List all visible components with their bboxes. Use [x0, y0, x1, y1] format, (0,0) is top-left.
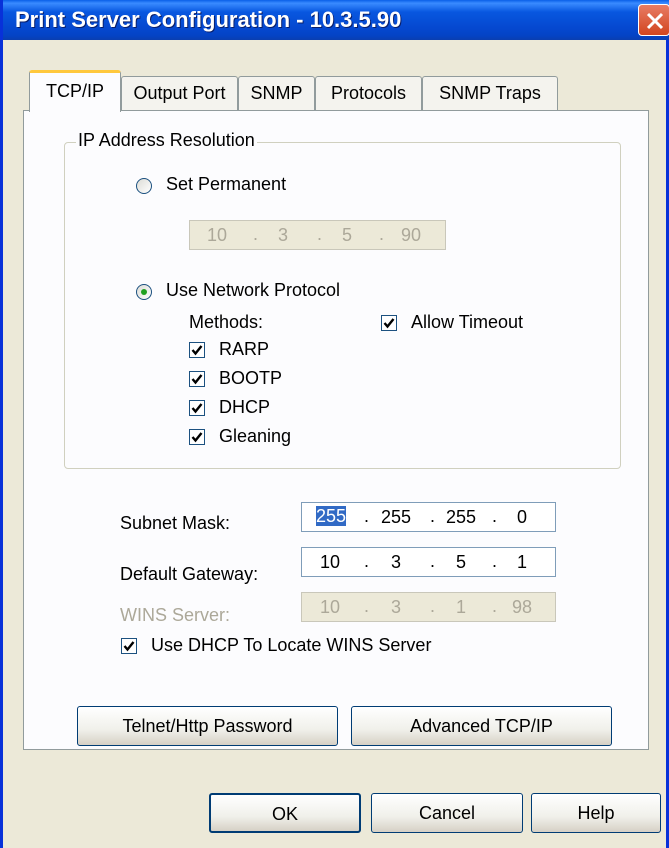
ok-button[interactable]: OK	[209, 793, 361, 833]
advanced-tcpip-button[interactable]: Advanced TCP/IP	[351, 706, 612, 746]
tab-snmp-traps-label: SNMP Traps	[439, 83, 541, 103]
subnet-mask-field[interactable]: 255 . 255 . 255 . 0	[301, 502, 556, 532]
dhcp-checkbox[interactable]	[189, 400, 205, 416]
ip-dot: .	[430, 551, 436, 571]
permanent-ip-field: 10 . 3 . 5 . 90	[189, 220, 446, 250]
set-permanent-label[interactable]: Set Permanent	[166, 174, 286, 195]
dialog-window: Print Server Configuration - 10.3.5.90 T…	[0, 0, 669, 848]
gleaning-label[interactable]: Gleaning	[219, 426, 291, 447]
use-dhcp-wins-label[interactable]: Use DHCP To Locate WINS Server	[151, 635, 431, 656]
ip-dot: .	[379, 224, 385, 244]
tab-output-port[interactable]: Output Port	[121, 76, 238, 110]
ip-dot: .	[364, 596, 370, 616]
ip-octet: 90	[400, 225, 422, 245]
checkmark-icon	[191, 432, 203, 443]
ip-octet: 3	[390, 597, 401, 617]
ip-octet: 10	[319, 597, 341, 617]
default-gateway-label: Default Gateway:	[120, 564, 259, 584]
use-dhcp-wins-checkbox[interactable]	[121, 638, 137, 654]
ip-octet[interactable]: 255	[374, 507, 418, 528]
ip-octet[interactable]: 5	[439, 552, 483, 573]
checkmark-icon	[383, 318, 395, 329]
ip-dot: .	[492, 551, 498, 571]
ip-dot: .	[253, 224, 259, 244]
ip-octet[interactable]: 255	[316, 506, 347, 527]
ip-octet: 1	[455, 597, 466, 617]
wins-server-label: WINS Server:	[120, 605, 231, 625]
tab-protocols-label: Protocols	[330, 83, 407, 103]
wins-server-field: 10 . 3 . 1 . 98	[301, 592, 556, 622]
bootp-label[interactable]: BOOTP	[219, 368, 282, 389]
checkmark-icon	[191, 374, 203, 385]
title-bar[interactable]: Print Server Configuration - 10.3.5.90	[3, 0, 669, 40]
ip-octet[interactable]: 3	[374, 552, 418, 573]
checkmark-icon	[191, 403, 203, 414]
ip-resolution-group-label: IP Address Resolution	[76, 130, 257, 151]
window-title: Print Server Configuration - 10.3.5.90	[15, 7, 402, 32]
tab-snmp[interactable]: SNMP	[238, 76, 315, 110]
tab-snmp-traps[interactable]: SNMP Traps	[422, 76, 558, 110]
ip-octet: 98	[511, 597, 533, 617]
methods-label: Methods:	[189, 312, 264, 332]
selected-octet: 255	[316, 506, 347, 526]
close-button[interactable]	[638, 4, 669, 36]
ip-octet: 5	[341, 225, 352, 245]
set-permanent-radio[interactable]	[136, 178, 152, 194]
gleaning-checkbox[interactable]	[189, 429, 205, 445]
rarp-label[interactable]: RARP	[219, 339, 269, 360]
help-button[interactable]: Help	[531, 793, 661, 833]
dhcp-label[interactable]: DHCP	[219, 397, 270, 418]
telnet-http-password-button[interactable]: Telnet/Http Password	[77, 706, 338, 746]
tab-tcpip-label: TCP/IP	[45, 81, 104, 101]
radio-selected-dot	[141, 289, 147, 295]
tab-snmp-label: SNMP	[250, 83, 303, 103]
ip-dot: .	[364, 551, 370, 571]
checkmark-icon	[123, 641, 135, 652]
tab-protocols[interactable]: Protocols	[315, 76, 422, 110]
tab-tcpip[interactable]: TCP/IP	[29, 70, 121, 112]
ip-octet: 10	[206, 225, 228, 245]
use-network-protocol-radio[interactable]	[136, 284, 152, 300]
close-icon	[646, 12, 664, 30]
ip-octet[interactable]: 0	[500, 507, 544, 528]
ip-dot: .	[492, 596, 498, 616]
subnet-mask-label: Subnet Mask:	[120, 513, 231, 533]
use-network-protocol-label[interactable]: Use Network Protocol	[166, 280, 340, 301]
ip-dot: .	[364, 506, 370, 526]
tab-output-port-label: Output Port	[133, 83, 226, 103]
checkmark-icon	[191, 345, 203, 356]
ip-octet[interactable]: 1	[500, 552, 544, 573]
default-gateway-field[interactable]: 10 . 3 . 5 . 1	[301, 547, 556, 577]
ip-octet[interactable]: 10	[308, 552, 352, 573]
ip-dot: .	[430, 596, 436, 616]
ip-octet[interactable]: 255	[439, 507, 483, 528]
rarp-checkbox[interactable]	[189, 342, 205, 358]
ip-dot: .	[430, 506, 436, 526]
ip-octet: 3	[277, 225, 288, 245]
allow-timeout-label[interactable]: Allow Timeout	[411, 312, 523, 333]
ip-dot: .	[492, 506, 498, 526]
cancel-button[interactable]: Cancel	[371, 793, 523, 833]
ip-dot: .	[317, 224, 323, 244]
allow-timeout-checkbox[interactable]	[381, 315, 397, 331]
bootp-checkbox[interactable]	[189, 371, 205, 387]
